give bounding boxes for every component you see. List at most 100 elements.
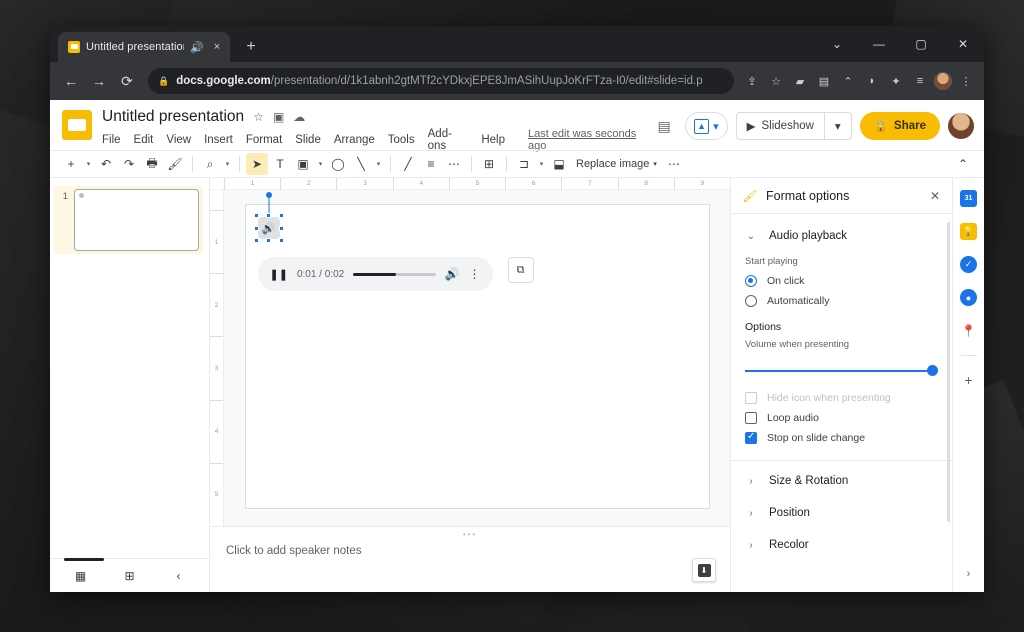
google-tasks-icon[interactable]: ✓ [960, 256, 977, 273]
playlist-icon[interactable]: ≡ [910, 71, 930, 91]
panel-scrollbar[interactable] [947, 222, 950, 522]
resize-handle-se[interactable] [278, 238, 284, 243]
back-icon[interactable]: ← [58, 68, 84, 94]
crop-caret[interactable]: ▾ [536, 153, 547, 175]
audio-progress-track[interactable] [353, 272, 436, 276]
maximize-icon[interactable]: ▢ [900, 26, 942, 62]
page-title[interactable]: Untitled presentation [102, 108, 244, 126]
collapse-filmstrip-icon[interactable]: ‹ [154, 569, 203, 583]
close-window-icon[interactable]: ✕ [942, 26, 984, 62]
open-in-new-icon[interactable]: ⧉ [507, 257, 534, 283]
mask-image-button[interactable]: ⬓ [548, 153, 570, 175]
reload-icon[interactable]: ⟳ [114, 68, 140, 94]
position-section[interactable]: › Position [731, 497, 952, 529]
menu-item-help[interactable]: Help [481, 134, 505, 146]
volume-icon[interactable]: 🔊 [445, 267, 460, 281]
google-contacts-icon[interactable]: ● [960, 289, 977, 306]
insert-image-caret[interactable]: ▾ [315, 153, 326, 175]
slideshow-caret[interactable]: ▾ [825, 113, 851, 139]
slideshow-main[interactable]: ▶ Slideshow [737, 113, 824, 139]
undo-button[interactable]: ↶ [95, 153, 117, 175]
resize-handle-n[interactable] [266, 213, 271, 218]
address-bar[interactable]: 🔒 docs.google.com/presentation/d/1k1abnh… [148, 68, 734, 94]
collapse-toolbar-icon[interactable]: ⌃ [952, 153, 974, 175]
resize-handle-sw[interactable] [253, 238, 259, 243]
browser-tab[interactable]: Untitled presentation - Goog 🔊 × [58, 32, 230, 62]
recolor-section[interactable]: › Recolor [731, 529, 952, 561]
print-button[interactable]: 🖶 [141, 153, 163, 175]
google-maps-icon[interactable]: 📍 [960, 322, 977, 339]
line-button[interactable]: ╲ [350, 153, 372, 175]
zoom-button[interactable]: ⌕ [199, 153, 221, 175]
speaker-notes-pane[interactable]: ••• Click to add speaker notes ⬇ [210, 526, 730, 592]
slide-thumbnail[interactable] [74, 189, 199, 251]
move-to-folder-icon[interactable]: ▣ [273, 110, 284, 124]
crop-button[interactable]: ⊐ [513, 153, 535, 175]
menu-item-slide[interactable]: Slide [295, 134, 321, 146]
menu-item-insert[interactable]: Insert [204, 134, 233, 146]
close-icon[interactable]: × [210, 40, 224, 54]
volume-slider[interactable] [745, 364, 938, 378]
rotation-handle[interactable] [265, 192, 272, 198]
comment-history-icon[interactable]: ▤ [651, 113, 677, 139]
more-options-icon[interactable]: ⋯ [663, 153, 685, 175]
checkbox-stop-on-slide-change[interactable]: Stop on slide change [731, 428, 952, 448]
menu-item-format[interactable]: Format [246, 134, 282, 146]
filmstrip-slide-1[interactable]: 1 [54, 186, 203, 254]
resize-handle-s[interactable] [266, 238, 271, 243]
speaker-icon[interactable]: 🔊 [257, 217, 280, 239]
office-editing-icon[interactable]: ▤ [814, 71, 834, 91]
menu-item-view[interactable]: View [166, 134, 191, 146]
slide-canvas[interactable]: 🔊 ❚❚ 0:01 / 0:02 🔊 ⋮ ⧉ [244, 192, 710, 509]
grid-view-icon[interactable]: ⊞ [105, 569, 154, 583]
replace-image-button[interactable]: Replace image ▾ [571, 158, 662, 170]
radio-automatically[interactable]: Automatically [731, 291, 952, 311]
checkbox-loop-audio[interactable]: Loop audio [731, 408, 952, 428]
bookmark-star-icon[interactable]: ☆ [766, 71, 786, 91]
border-dash-button[interactable]: ⋯ [443, 153, 465, 175]
last-edit-status[interactable]: Last edit was seconds ago [528, 128, 651, 152]
play-pause-button[interactable]: ❚❚ [270, 268, 288, 281]
google-keep-icon[interactable]: 💡 [960, 223, 977, 240]
forward-icon[interactable]: → [86, 68, 112, 94]
audio-more-icon[interactable]: ⋮ [469, 267, 481, 281]
google-calendar-icon[interactable]: 31 [960, 190, 977, 207]
paint-format-button[interactable]: 🖌 [164, 153, 186, 175]
redo-button[interactable]: ↷ [118, 153, 140, 175]
text-box-button[interactable]: T [269, 153, 291, 175]
tab-search-icon[interactable]: ⌄ [816, 26, 858, 62]
audio-playback-section-header[interactable]: ⌄ Audio playback [731, 224, 952, 248]
expand-rail-icon[interactable]: › [967, 568, 971, 580]
new-slide-caret[interactable]: ▾ [83, 153, 94, 175]
share-page-icon[interactable]: ⇪ [742, 71, 762, 91]
zoom-caret[interactable]: ▾ [222, 153, 233, 175]
menu-item-arrange[interactable]: Arrange [334, 134, 375, 146]
menu-item-file[interactable]: File [102, 134, 121, 146]
puzzle-extensions-icon[interactable]: ✦ [886, 71, 906, 91]
new-tab-button[interactable]: + [238, 34, 264, 60]
resize-handle-ne[interactable] [278, 213, 284, 218]
border-color-button[interactable]: ╱ [397, 153, 419, 175]
resize-handle-nw[interactable] [253, 213, 259, 218]
resize-handle-w[interactable] [253, 225, 259, 231]
volume-slider-knob[interactable] [927, 365, 938, 376]
select-tool-button[interactable]: ➤ [246, 153, 268, 175]
menu-item-addons[interactable]: Add-ons [428, 128, 469, 152]
minimize-icon[interactable]: — [858, 26, 900, 62]
filmstrip-view-icon[interactable]: ▦ [56, 569, 105, 583]
audio-icon-object[interactable]: 🔊 [253, 192, 284, 243]
line-caret[interactable]: ▾ [373, 153, 384, 175]
browser-menu-icon[interactable]: ⋮ [956, 71, 976, 91]
present-pill-button[interactable]: ▲ ▾ [685, 112, 728, 140]
audio-player[interactable]: ❚❚ 0:01 / 0:02 🔊 ⋮ [257, 257, 493, 291]
menu-item-tools[interactable]: Tools [388, 134, 415, 146]
share-button[interactable]: 🔒 Share [859, 112, 940, 140]
explore-button[interactable]: ⬇ [692, 558, 716, 582]
star-icon[interactable]: ☆ [253, 110, 264, 124]
menu-item-edit[interactable]: Edit [134, 134, 154, 146]
radio-on-click[interactable]: On click [731, 271, 952, 291]
size-rotation-section[interactable]: › Size & Rotation [731, 465, 952, 497]
grammarly-icon[interactable]: ◗ [862, 71, 882, 91]
pocket-icon[interactable]: ▰ [790, 71, 810, 91]
border-weight-button[interactable]: ≡ [420, 153, 442, 175]
